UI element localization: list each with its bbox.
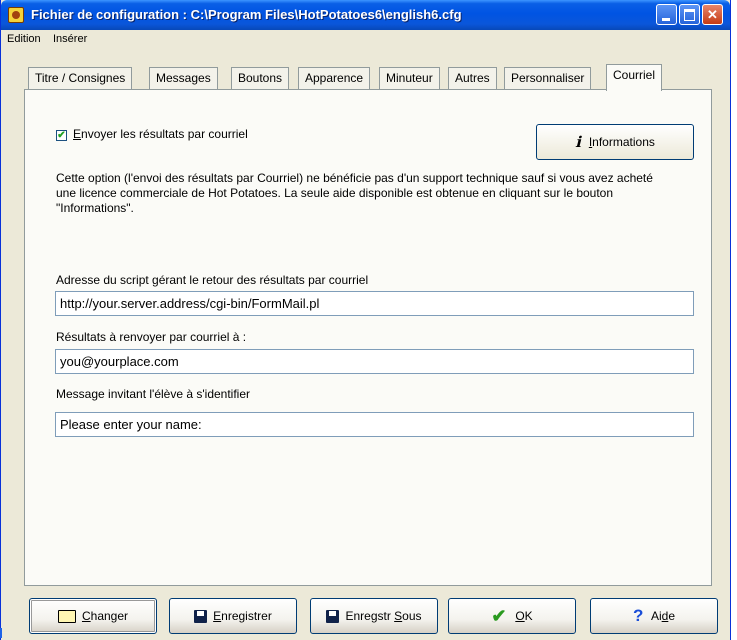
info-icon: ℹ [575,133,581,151]
support-notice: Cette option (l'envoi des résultats par … [56,171,653,215]
changer-button[interactable]: Changer [29,598,157,634]
close-icon: ✕ [707,7,718,22]
enregistrer-sous-button[interactable]: Enregstr Sous [310,598,438,634]
tab-courriel[interactable]: Courriel [606,64,663,91]
menu-edition[interactable]: Edition [7,33,41,45]
tab-minuteur[interactable]: Minuteur [379,67,440,89]
changer-label: Changer [81,609,129,623]
tab-autres[interactable]: Autres [448,67,497,89]
hot-potatoes-icon [8,7,24,23]
checkmark-icon: ✔ [491,606,507,626]
send-results-label[interactable]: Envoyer les résultats par courriel [73,127,248,141]
identify-message-label: Message invitant l'élève à s'identifier [56,387,251,401]
ok-button[interactable]: ✔ OK [448,598,576,634]
tab-boutons[interactable]: Boutons [231,67,290,89]
send-results-checkbox[interactable]: ✔ [56,130,67,141]
tab-personnaliser[interactable]: Personnaliser [504,67,592,89]
enregistrer-sous-label: Enregstr Sous [345,609,422,623]
close-button[interactable]: ✕ [702,4,723,25]
tab-titre-consignes[interactable]: Titre / Consignes [28,67,133,89]
aide-label: Aide [650,609,676,623]
informations-button[interactable]: ℹ Informations [536,124,694,160]
tab-messages[interactable]: Messages [149,67,218,89]
folder-open-icon [57,609,76,623]
menu-bar: Edition Insérer [1,30,730,48]
recipient-label: Résultats à renvoyer par courriel à : [56,330,247,344]
window-title: Fichier de configuration : C:\Program Fi… [31,7,462,22]
minimize-icon [662,18,670,21]
help-icon: ? [632,606,644,625]
config-window: Fichier de configuration : C:\Program Fi… [0,0,731,640]
recipient-email-input[interactable]: you@yourplace.com [55,349,694,374]
window-edge-mark [0,628,6,638]
minimize-button[interactable] [656,4,677,25]
script-address-input[interactable]: http://your.server.address/cgi-bin/FormM… [55,291,694,316]
informations-button-label: Informations [588,135,655,149]
enregistrer-button[interactable]: Enregistrer [169,598,297,634]
identify-message-input[interactable]: Please enter your name: [55,412,694,437]
ok-label: OK [515,609,533,623]
maximize-button[interactable] [679,4,700,25]
floppy-disk-save-as-icon [326,609,340,623]
aide-button[interactable]: ? Aide [590,598,718,634]
maximize-icon [684,9,695,21]
title-bar[interactable]: Fichier de configuration : C:\Program Fi… [1,0,730,30]
menu-inserer[interactable]: Insérer [53,33,87,45]
script-address-label: Adresse du script gérant le retour des r… [56,273,369,287]
enregistrer-label: Enregistrer [213,609,272,623]
floppy-disk-icon [194,609,208,623]
tab-apparence[interactable]: Apparence [298,67,371,89]
